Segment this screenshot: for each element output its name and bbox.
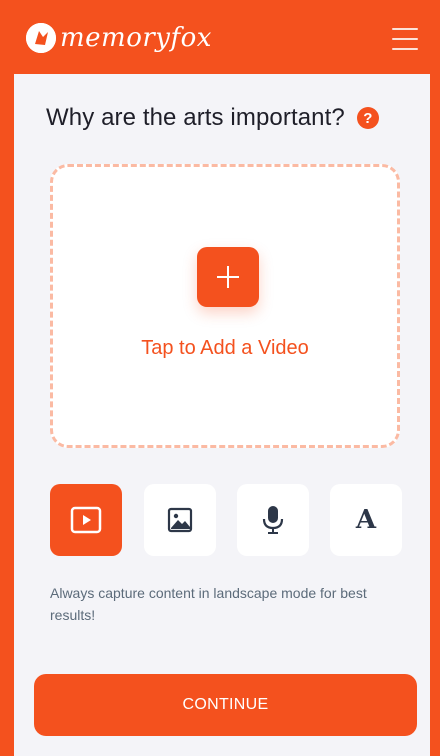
main-content: Why are the arts important? ? Tap to Add… [14,74,430,756]
landscape-hint: Always capture content in landscape mode… [50,585,367,623]
header: memoryfox [14,0,430,74]
fox-logo-icon [26,23,56,53]
text-icon: A [355,505,377,535]
hamburger-menu-icon[interactable] [392,28,418,50]
help-icon[interactable]: ? [356,107,379,129]
media-type-text-button[interactable]: A [330,484,402,556]
brand-logo[interactable]: memoryfox [26,18,212,58]
add-video-label[interactable]: Tap to Add a Video [53,337,397,360]
add-video-button[interactable] [197,247,259,307]
media-type-image-button[interactable] [144,484,216,556]
media-type-selector: A [50,484,402,556]
question-header: Why are the arts important? ? [46,104,379,132]
plus-icon [217,266,239,288]
video-dropzone[interactable]: Tap to Add a Video [50,164,400,448]
continue-button[interactable]: CONTINUE [34,674,417,736]
brand-name: memoryfox [60,23,212,53]
image-icon [167,507,193,533]
media-type-video-button[interactable] [50,484,122,556]
page-title: Why are the arts important? [46,104,345,131]
video-play-icon [70,506,102,534]
media-type-audio-button[interactable] [237,484,309,556]
microphone-icon [262,506,284,534]
